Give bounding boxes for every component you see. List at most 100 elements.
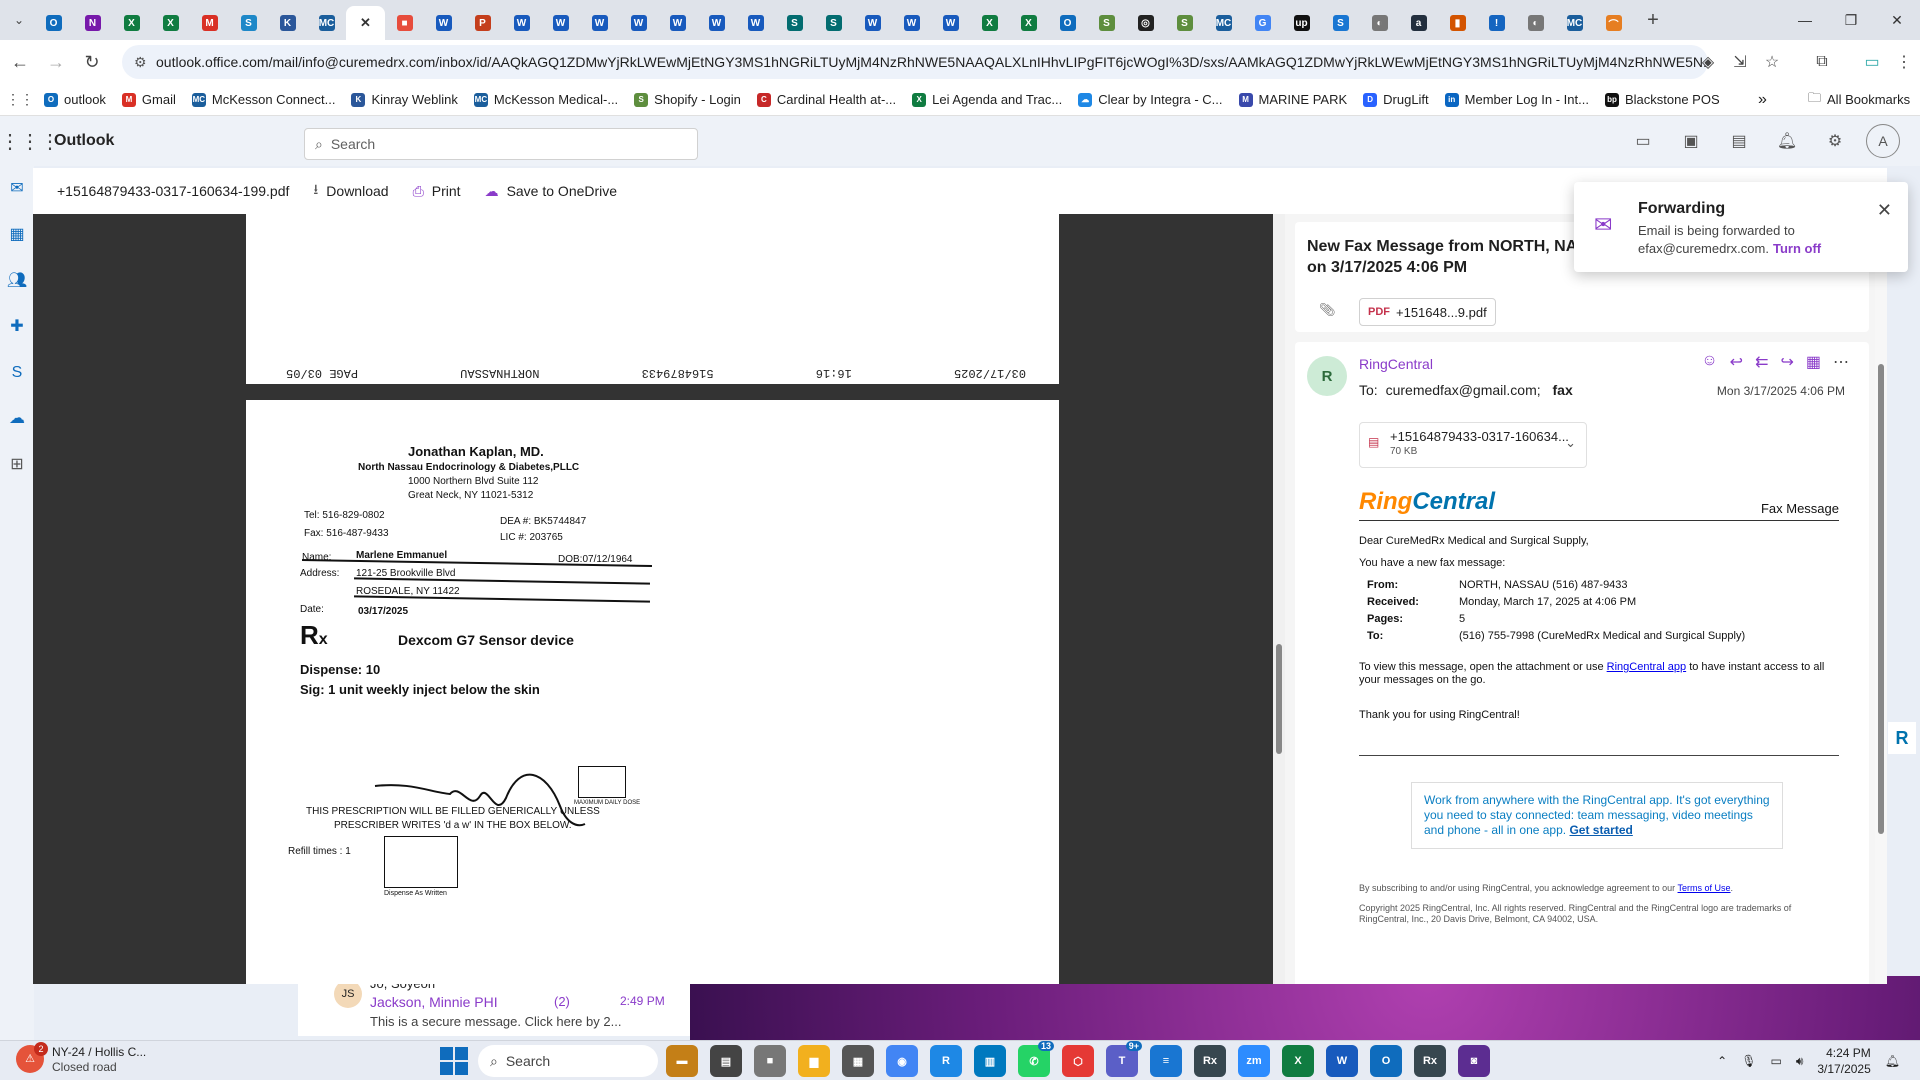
folder-icon[interactable]: ▆ xyxy=(798,1045,830,1077)
zoom-icon[interactable]: zm xyxy=(1238,1045,1270,1077)
save-onedrive-button[interactable]: ☁ Save to OneDrive xyxy=(485,183,618,200)
terms-link[interactable]: Terms of Use xyxy=(1678,883,1731,893)
ringcentral-app-link[interactable]: RingCentral app xyxy=(1607,661,1687,673)
profile-icon[interactable]: ▭ xyxy=(1856,52,1888,72)
browser-tab[interactable]: S xyxy=(1321,6,1360,40)
reading-scrollbar[interactable] xyxy=(1875,214,1887,984)
app-launcher-icon[interactable]: ⋮⋮⋮ xyxy=(0,129,60,154)
rx-icon[interactable]: Rx xyxy=(1194,1045,1226,1077)
browser-tab[interactable]: ⌒ xyxy=(1594,6,1633,40)
browser-tab[interactable]: X xyxy=(112,6,151,40)
shield-icon[interactable]: ⬡ xyxy=(1062,1045,1094,1077)
calculator-icon[interactable]: ▦ xyxy=(842,1045,874,1077)
browser-tab[interactable]: MC xyxy=(1555,6,1594,40)
minimize-icon[interactable]: — xyxy=(1782,0,1828,40)
turn-off-link[interactable]: Turn off xyxy=(1773,241,1821,256)
browser-tab[interactable]: W xyxy=(541,6,580,40)
notepad-icon[interactable]: ≡ xyxy=(1150,1045,1182,1077)
print-button[interactable]: ⎙ Print xyxy=(413,183,461,200)
settings-gear-icon[interactable]: ⚙ xyxy=(1818,124,1852,158)
browser-tab[interactable]: W xyxy=(853,6,892,40)
bookmark-item[interactable]: MC McKesson Connect... xyxy=(184,86,344,114)
mail-icon[interactable]: ✉ xyxy=(0,166,34,212)
meet-now-icon[interactable]: ▭ xyxy=(1626,124,1660,158)
bookmark-item[interactable]: M Gmail xyxy=(114,86,184,114)
browser-tab[interactable]: X xyxy=(970,6,1009,40)
reload-icon[interactable]: ↻ xyxy=(76,46,108,78)
browser-tab[interactable]: W xyxy=(619,6,658,40)
recipient-fax[interactable]: fax xyxy=(1553,382,1573,398)
browser-tab[interactable]: X xyxy=(1009,6,1048,40)
volume-icon[interactable]: 🔊︎ xyxy=(1796,1054,1804,1069)
weather-widget[interactable]: ⚠ 2 NY-24 / Hollis C... Closed road xyxy=(16,1042,146,1075)
close-icon[interactable]: ✕ xyxy=(1877,200,1892,221)
forward-icon[interactable]: ↪ xyxy=(1780,352,1793,372)
browser-tab[interactable]: W xyxy=(892,6,931,40)
browser-tab[interactable]: ◎ xyxy=(1126,6,1165,40)
lens-icon[interactable]: ◈ xyxy=(1692,52,1724,72)
ringcentral-sidebar-icon[interactable]: R xyxy=(1888,722,1916,754)
browser-tab[interactable]: W xyxy=(502,6,541,40)
browser-tab[interactable]: N xyxy=(73,6,112,40)
apps-icon[interactable]: ✚ xyxy=(0,304,34,350)
people-icon[interactable]: 👥︎ xyxy=(0,258,34,304)
browser-tab[interactable]: a xyxy=(1399,6,1438,40)
extensions-icon[interactable]: ⧉ xyxy=(1806,53,1838,71)
bookmark-item[interactable]: C Cardinal Health at-... xyxy=(749,86,904,114)
browser-tab[interactable]: ▮ xyxy=(1438,6,1477,40)
forward-icon[interactable]: → xyxy=(40,46,72,78)
document-scrollbar[interactable] xyxy=(1273,214,1285,984)
browser-tab[interactable]: O xyxy=(1048,6,1087,40)
new-tab-button[interactable]: + xyxy=(1637,4,1669,36)
excel-icon[interactable]: X xyxy=(1282,1045,1314,1077)
browser-tab[interactable]: G xyxy=(1243,6,1282,40)
teams-icon[interactable]: ▣ xyxy=(1674,124,1708,158)
bookmark-item[interactable]: MC McKesson Medical-... xyxy=(466,86,626,114)
bookmark-item[interactable]: K Kinray Weblink xyxy=(343,86,465,114)
browser-tab[interactable]: X xyxy=(151,6,190,40)
bookmark-star-icon[interactable]: ☆ xyxy=(1756,52,1788,72)
browser-tab[interactable]: M xyxy=(190,6,229,40)
document-scrollbar-thumb[interactable] xyxy=(1276,644,1282,754)
tab-search-icon[interactable]: ⌄ xyxy=(4,4,34,36)
chevron-up-icon[interactable]: ⌃ xyxy=(1717,1054,1727,1068)
onedrive-icon[interactable]: ☁ xyxy=(0,396,34,442)
bookmark-item[interactable]: bp Blackstone POS xyxy=(1597,86,1728,114)
emoji-react-icon[interactable]: ☺ xyxy=(1701,352,1717,372)
browser-tab[interactable]: W xyxy=(931,6,970,40)
app-icon[interactable]: ■ xyxy=(754,1045,786,1077)
browser-tab[interactable]: ✕ xyxy=(346,6,385,40)
clock[interactable]: 4:24 PM 3/17/2025 xyxy=(1817,1045,1870,1077)
outlook-icon[interactable]: O xyxy=(1370,1045,1402,1077)
browser-tab[interactable]: K xyxy=(268,6,307,40)
bookmark-item[interactable]: in Member Log In - Int... xyxy=(1437,86,1597,114)
bookmark-item[interactable]: M MARINE PARK xyxy=(1231,86,1356,114)
browser-menu-icon[interactable]: ⋮ xyxy=(1888,52,1920,72)
document-canvas[interactable]: 03/17/2025 16:16 5164879433 NORTHNASSAU … xyxy=(33,214,1273,984)
briefcase-icon[interactable]: ▬ xyxy=(666,1045,698,1077)
display-icon[interactable]: ▭ xyxy=(1770,1054,1781,1068)
get-started-link[interactable]: Get started xyxy=(1569,823,1632,837)
more-bookmarks-icon[interactable]: » xyxy=(1758,91,1767,109)
app-icon[interactable]: ◙ xyxy=(1458,1045,1490,1077)
close-window-icon[interactable]: ✕ xyxy=(1874,0,1920,40)
reply-all-icon[interactable]: ⇇ xyxy=(1755,352,1768,372)
rx-icon[interactable]: Rx xyxy=(1414,1045,1446,1077)
more-apps-icon[interactable]: ⊞ xyxy=(0,442,34,488)
browser-tab[interactable]: S xyxy=(814,6,853,40)
sender-name[interactable]: RingCentral xyxy=(1359,356,1433,372)
start-button[interactable] xyxy=(440,1047,468,1075)
my-day-icon[interactable]: ▤ xyxy=(1722,124,1756,158)
browser-tab[interactable]: W xyxy=(580,6,619,40)
chevron-down-icon[interactable]: ⌄ xyxy=(1565,435,1576,451)
file-attachment[interactable]: ▤ +15164879433-0317-160634... 70 KB ⌄ xyxy=(1359,422,1587,468)
url-input[interactable]: ⚙ outlook.office.com/mail/info@curemedrx… xyxy=(122,45,1708,79)
bookmark-item[interactable]: D DrugLift xyxy=(1355,86,1437,114)
browser-tab[interactable]: W xyxy=(736,6,775,40)
browser-tab[interactable]: W xyxy=(697,6,736,40)
reply-icon[interactable]: ↩ xyxy=(1730,352,1743,372)
bookmark-item[interactable]: S Shopify - Login xyxy=(626,86,749,114)
trello-icon[interactable]: ▥ xyxy=(974,1045,1006,1077)
apps-grid-icon[interactable]: ⋮⋮ xyxy=(4,84,36,116)
browser-tab[interactable]: S xyxy=(1087,6,1126,40)
